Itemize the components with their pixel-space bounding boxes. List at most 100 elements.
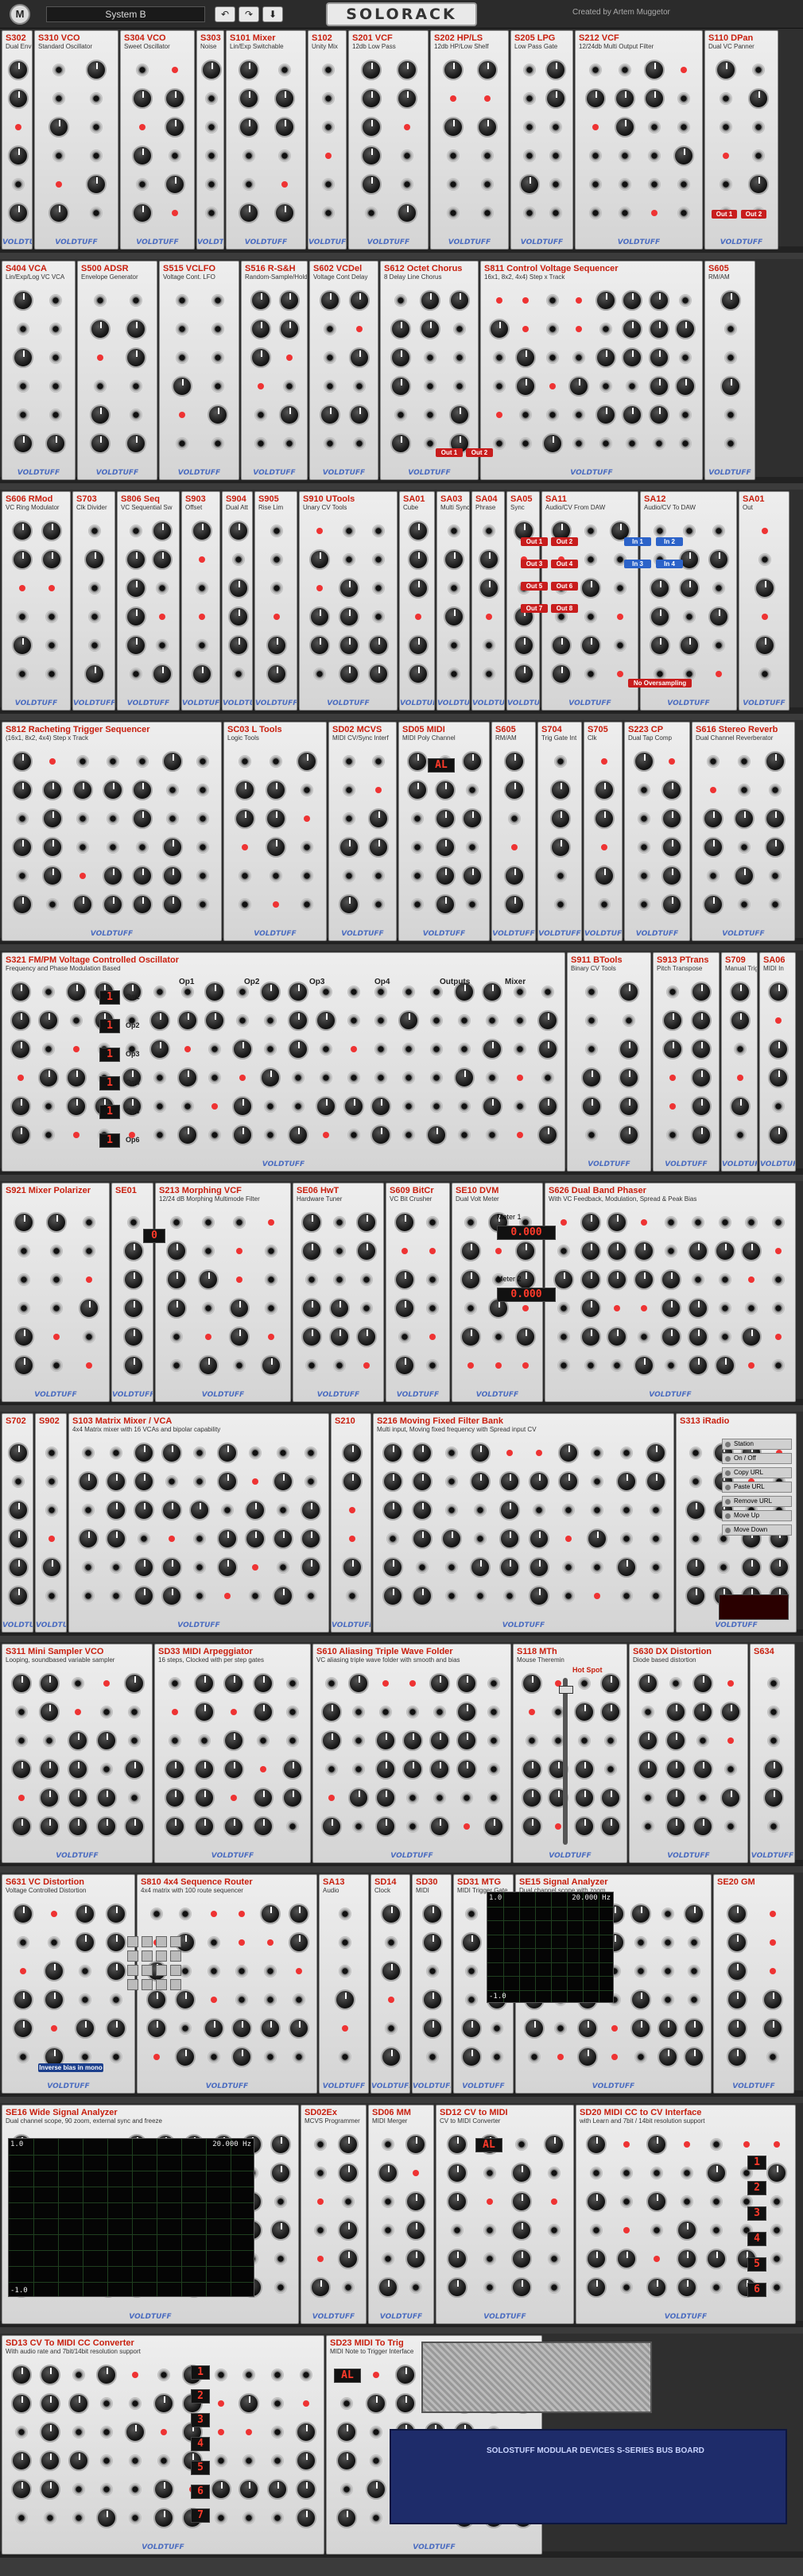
knob[interactable] xyxy=(515,347,537,368)
knob[interactable] xyxy=(442,60,464,80)
knob[interactable] xyxy=(407,549,429,570)
jack-socket[interactable] xyxy=(597,898,611,911)
knob[interactable] xyxy=(429,1730,450,1751)
jack-socket[interactable] xyxy=(677,178,691,191)
jack-socket[interactable] xyxy=(430,1014,444,1027)
knob[interactable] xyxy=(68,1730,88,1751)
knob[interactable] xyxy=(702,894,723,915)
knob[interactable] xyxy=(7,60,29,80)
jack-socket[interactable] xyxy=(365,207,378,219)
jack-socket[interactable] xyxy=(402,1100,416,1113)
jack-socket[interactable] xyxy=(724,351,737,364)
knob[interactable] xyxy=(367,837,389,858)
jack-socket[interactable] xyxy=(285,1706,299,1718)
knob[interactable] xyxy=(193,1788,215,1808)
jack-socket[interactable] xyxy=(204,92,218,105)
knob[interactable] xyxy=(685,1500,706,1520)
knob[interactable] xyxy=(730,1096,751,1117)
knob[interactable] xyxy=(661,894,683,915)
knob[interactable] xyxy=(273,117,295,138)
jack-socket[interactable] xyxy=(271,2454,285,2467)
knob[interactable] xyxy=(250,347,271,368)
jack-socket[interactable] xyxy=(42,986,56,998)
knob[interactable] xyxy=(10,2393,32,2414)
jack-socket[interactable] xyxy=(547,2253,561,2265)
knob[interactable] xyxy=(585,2191,607,2212)
knob[interactable] xyxy=(361,60,382,80)
jack-socket[interactable] xyxy=(42,1100,56,1113)
knob[interactable] xyxy=(599,1702,621,1722)
jack-socket[interactable] xyxy=(235,1965,249,1978)
knob[interactable] xyxy=(315,1096,336,1117)
knob[interactable] xyxy=(164,1759,185,1780)
knob[interactable] xyxy=(7,88,29,109)
jack-socket[interactable] xyxy=(372,525,386,537)
knob[interactable] xyxy=(595,347,616,368)
jack-socket[interactable] xyxy=(168,1734,181,1747)
jack-socket[interactable] xyxy=(666,1129,679,1141)
jack-socket[interactable] xyxy=(99,1763,113,1776)
knob[interactable] xyxy=(296,2479,317,2500)
knob[interactable] xyxy=(442,117,464,138)
jack-socket[interactable] xyxy=(689,1475,702,1488)
knob[interactable] xyxy=(365,2479,386,2500)
jack-socket[interactable] xyxy=(588,178,602,191)
jack-socket[interactable] xyxy=(446,149,460,162)
jack-socket[interactable] xyxy=(634,2051,648,2063)
knob[interactable] xyxy=(125,319,146,339)
knob[interactable] xyxy=(665,1730,686,1751)
knob[interactable] xyxy=(511,2249,533,2269)
knob[interactable] xyxy=(152,549,173,570)
jack-socket[interactable] xyxy=(196,784,210,796)
knob[interactable] xyxy=(338,2163,359,2183)
jack-socket[interactable] xyxy=(584,553,597,566)
jack-socket[interactable] xyxy=(352,1734,365,1747)
jack-socket[interactable] xyxy=(374,1071,388,1084)
knob[interactable] xyxy=(39,1788,60,1808)
jack-socket[interactable] xyxy=(487,1734,500,1747)
knob[interactable] xyxy=(714,1355,735,1376)
jack-socket[interactable] xyxy=(169,1216,183,1229)
knob[interactable] xyxy=(8,1443,29,1463)
jack-socket[interactable] xyxy=(176,437,189,450)
knob[interactable] xyxy=(48,203,69,223)
jack-socket[interactable] xyxy=(372,582,386,595)
jack-socket[interactable] xyxy=(242,178,256,191)
knob[interactable] xyxy=(687,1327,708,1347)
jack-socket[interactable] xyxy=(492,437,506,450)
jack-socket[interactable] xyxy=(12,1475,25,1488)
router-cell[interactable] xyxy=(127,1979,138,1990)
jack-socket[interactable] xyxy=(136,755,149,768)
jack-socket[interactable] xyxy=(233,1216,246,1229)
knob[interactable] xyxy=(338,2220,359,2241)
knob[interactable] xyxy=(289,1932,310,1953)
knob[interactable] xyxy=(161,1500,182,1520)
jack-socket[interactable] xyxy=(83,1245,96,1257)
knob[interactable] xyxy=(239,88,260,109)
knob[interactable] xyxy=(162,894,184,915)
knob[interactable] xyxy=(511,2277,533,2298)
jack-socket[interactable] xyxy=(688,1993,701,2006)
jack-socket[interactable] xyxy=(584,986,598,998)
jack-socket[interactable] xyxy=(720,121,733,134)
jack-socket[interactable] xyxy=(619,1532,633,1545)
jack-socket[interactable] xyxy=(270,525,283,537)
knob[interactable] xyxy=(95,1788,117,1808)
knob[interactable] xyxy=(684,1904,705,1924)
knob[interactable] xyxy=(74,2018,95,2039)
knob[interactable] xyxy=(10,1125,32,1145)
jack-socket[interactable] xyxy=(369,2426,382,2438)
knob[interactable] xyxy=(250,290,271,311)
knob[interactable] xyxy=(348,1673,369,1694)
knob[interactable] xyxy=(504,751,525,772)
jack-socket[interactable] xyxy=(710,2138,723,2151)
jack-socket[interactable] xyxy=(453,380,467,393)
jack-socket[interactable] xyxy=(371,898,385,911)
iradio-button[interactable]: On / Off xyxy=(722,1453,792,1464)
jack-socket[interactable] xyxy=(201,1245,215,1257)
knob[interactable] xyxy=(161,1586,182,1606)
jack-socket[interactable] xyxy=(626,437,639,450)
jack-socket[interactable] xyxy=(319,1071,332,1084)
jack-socket[interactable] xyxy=(305,1590,318,1602)
knob[interactable] xyxy=(260,1067,281,1088)
